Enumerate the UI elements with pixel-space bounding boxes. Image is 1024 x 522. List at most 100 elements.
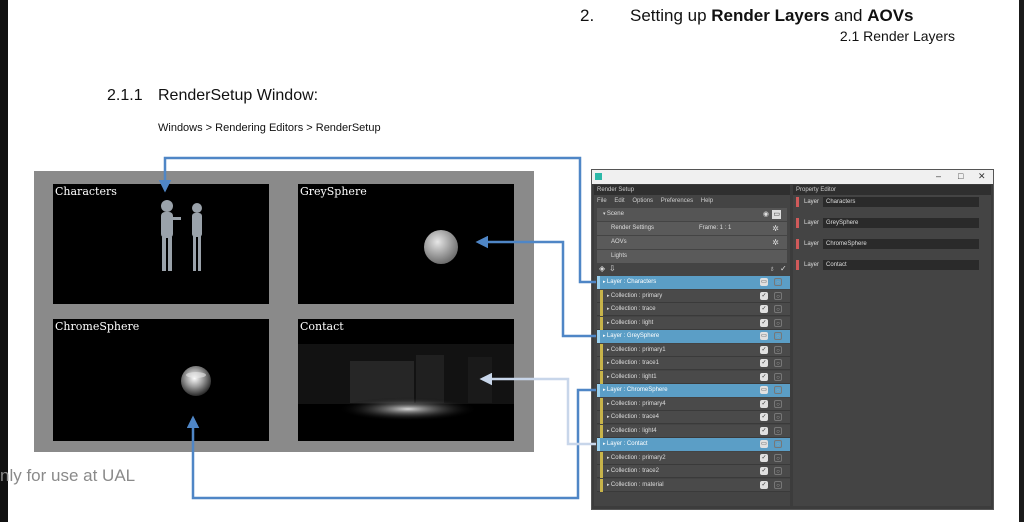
isolate-icon[interactable]: ○ — [774, 440, 782, 448]
visibility-toggle-icon[interactable]: ▭ — [760, 386, 768, 394]
gear-icon[interactable]: ✲ — [772, 236, 779, 249]
layer-row[interactable]: ▸ Layer : Characters ▭ ○ — [597, 276, 790, 289]
isolate-icon[interactable]: ○ — [774, 278, 782, 286]
collection-row[interactable]: ▸ Collection : primary2 ✓ ○ — [597, 451, 790, 465]
row-label: Layer : ChromeSphere — [606, 387, 668, 393]
render-setup-menubar: File Edit Options Preferences Help — [594, 196, 793, 206]
row-color-bar — [600, 303, 603, 316]
menu-options[interactable]: Options — [632, 198, 653, 204]
render-toggle-icon[interactable]: ▭ — [772, 210, 781, 219]
isolate-icon[interactable]: ○ — [774, 305, 782, 313]
collection-row[interactable]: ▸ Collection : primary4 ✓ ○ — [597, 397, 790, 411]
render-setup-toolbar: ◈ ⇩ ♁ ✓ — [594, 263, 790, 275]
layer-row[interactable]: ▸ Layer : ChromeSphere ▭ ○ — [597, 384, 790, 397]
enable-checkbox-icon[interactable]: ✓ — [760, 453, 768, 462]
row-label: Collection : primary1 — [610, 346, 666, 353]
enable-checkbox-icon[interactable]: ✓ — [760, 480, 768, 489]
property-value-field[interactable]: Contact — [823, 260, 979, 270]
isolate-icon[interactable]: ○ — [774, 386, 782, 394]
property-value-field[interactable]: GreySphere — [823, 218, 979, 228]
isolate-icon[interactable]: ○ — [774, 426, 782, 435]
isolate-icon[interactable]: ○ — [774, 291, 782, 300]
collection-row[interactable]: ▸ Collection : light ✓ ○ — [597, 316, 790, 330]
isolate-icon[interactable]: ○ — [774, 332, 782, 340]
enable-checkbox-icon[interactable]: ✓ — [760, 359, 768, 367]
enable-checkbox-icon[interactable]: ✓ — [760, 345, 768, 354]
create-layer-icon[interactable]: ◈ — [599, 264, 605, 273]
menu-file[interactable]: File — [597, 198, 607, 204]
collection-row[interactable]: ▸ Collection : primary1 ✓ ○ — [597, 343, 790, 357]
property-value-field[interactable]: Characters — [823, 197, 979, 207]
property-layer-row[interactable]: Layer Contact — [796, 260, 979, 270]
render-setup-title: Render Setup — [594, 185, 790, 195]
isolate-icon[interactable]: ○ — [774, 413, 782, 421]
isolate-icon[interactable]: ○ — [774, 467, 782, 475]
collection-row[interactable]: ▸ Collection : light4 ✓ ○ — [597, 424, 790, 438]
aovs-row[interactable]: AOVs ✲ — [597, 236, 787, 249]
screen-left-edge — [0, 0, 8, 522]
import-icon[interactable]: ⇩ — [609, 264, 616, 273]
menu-path: Windows > Rendering Editors > RenderSetu… — [158, 122, 381, 134]
isolate-icon[interactable]: ○ — [774, 345, 782, 354]
row-color-bar — [600, 411, 603, 424]
enable-checkbox-icon[interactable]: ✓ — [760, 318, 768, 327]
visibility-icon[interactable]: ◉ — [763, 208, 769, 221]
collection-row[interactable]: ▸ Collection : light1 ✓ ○ — [597, 370, 790, 384]
isolate-icon[interactable]: ○ — [774, 453, 782, 462]
scene-row[interactable]: ▾ Scene ◉ ▭ — [597, 208, 787, 221]
property-editor-panel: Property Editor Layer Characters Layer Grey… — [793, 185, 991, 506]
enable-checkbox-icon[interactable]: ✓ — [760, 305, 768, 313]
enable-checkbox-icon[interactable]: ✓ — [760, 372, 768, 381]
visibility-toggle-icon[interactable]: ▭ — [760, 278, 768, 286]
property-value-field[interactable]: ChromeSphere — [823, 239, 979, 249]
enable-checkbox-icon[interactable]: ✓ — [760, 291, 768, 300]
isolate-icon[interactable]: ○ — [774, 359, 782, 367]
row-label: Collection : primary2 — [610, 454, 666, 461]
isolate-icon[interactable]: ○ — [774, 372, 782, 381]
visibility-toggle-icon[interactable]: ▭ — [760, 332, 768, 340]
property-key: Layer — [804, 262, 820, 268]
light-bulb-icon[interactable]: ♁ — [769, 264, 775, 273]
property-layer-row[interactable]: Layer GreySphere — [796, 218, 979, 228]
lights-row[interactable]: Lights — [597, 250, 787, 263]
layer-row[interactable]: ▸ Layer : Contact ▭ ○ — [597, 438, 790, 451]
preview-tile-characters: Characters — [53, 184, 269, 304]
menu-help[interactable]: Help — [701, 198, 713, 204]
preview-tile-chromesphere: ChromeSphere — [53, 319, 269, 441]
property-key: Layer — [804, 241, 820, 247]
row-color-bar — [600, 343, 603, 357]
collection-row[interactable]: ▸ Collection : trace2 ✓ ○ — [597, 465, 790, 478]
enable-checkbox-icon[interactable]: ✓ — [760, 426, 768, 435]
isolate-icon[interactable]: ○ — [774, 318, 782, 327]
menu-edit[interactable]: Edit — [614, 198, 624, 204]
collection-row[interactable]: ▸ Collection : primary ✓ ○ — [597, 289, 790, 303]
close-icon[interactable]: ✕ — [978, 171, 986, 182]
maximize-icon[interactable]: □ — [958, 171, 963, 181]
collection-row[interactable]: ▸ Collection : trace4 ✓ ○ — [597, 411, 790, 424]
row-label: Layer : Characters — [606, 279, 657, 285]
row-color-bar — [600, 465, 603, 478]
menu-preferences[interactable]: Preferences — [661, 198, 693, 204]
section-title: RenderSetup Window: — [158, 87, 319, 104]
collection-row[interactable]: ▸ Collection : material ✓ ○ — [597, 478, 790, 492]
isolate-icon[interactable]: ○ — [774, 480, 782, 489]
row-color-bar — [600, 316, 603, 330]
minimize-icon[interactable]: – — [936, 171, 941, 181]
row-color-bar — [600, 357, 603, 370]
row-label: Collection : primary — [610, 292, 663, 299]
isolate-icon[interactable]: ○ — [774, 399, 782, 408]
enable-checkbox-icon[interactable]: ✓ — [760, 413, 768, 421]
visibility-toggle-icon[interactable]: ▭ — [760, 440, 768, 448]
check-icon[interactable]: ✓ — [780, 264, 787, 273]
property-layer-row[interactable]: Layer ChromeSphere — [796, 239, 979, 249]
collection-row[interactable]: ▸ Collection : trace ✓ ○ — [597, 303, 790, 316]
preview-tile-contact: Contact — [298, 319, 514, 441]
collection-row[interactable]: ▸ Collection : trace1 ✓ ○ — [597, 357, 790, 370]
screen-right-edge — [1019, 0, 1024, 522]
enable-checkbox-icon[interactable]: ✓ — [760, 399, 768, 408]
layer-row[interactable]: ▸ Layer : GreySphere ▭ ○ — [597, 330, 790, 343]
gear-icon[interactable]: ✲ — [772, 222, 779, 235]
render-settings-row[interactable]: Render Settings Frame: 1 : 1 ✲ — [597, 222, 787, 235]
enable-checkbox-icon[interactable]: ✓ — [760, 467, 768, 475]
property-layer-row[interactable]: Layer Characters — [796, 197, 979, 207]
